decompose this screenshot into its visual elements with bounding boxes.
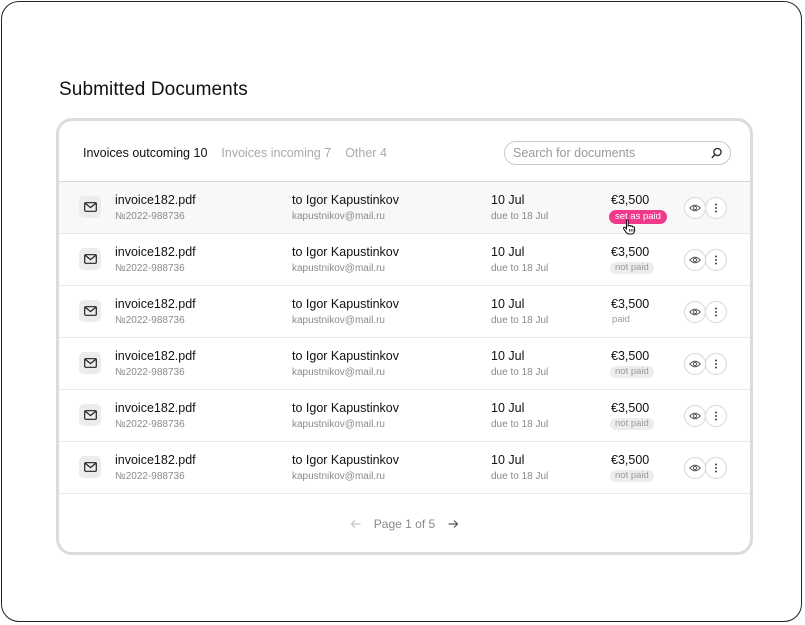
view-button[interactable] bbox=[684, 405, 706, 427]
recipient-email: kapustnikov@mail.ru bbox=[292, 367, 385, 378]
arrow-right-icon[interactable] bbox=[445, 518, 461, 530]
recipient-name: to Igor Kapustinkov bbox=[292, 453, 400, 467]
set-as-paid-button[interactable]: set as paid bbox=[609, 210, 667, 224]
envelope-icon bbox=[79, 300, 101, 322]
envelope-icon bbox=[79, 404, 101, 426]
file-name[interactable]: invoice182.pdf bbox=[115, 453, 196, 467]
document-number: №2022-988736 bbox=[115, 419, 185, 430]
table-row[interactable]: invoice182.pdf №2022-988736 to Igor Kapust… bbox=[59, 338, 750, 390]
more-options-button[interactable] bbox=[705, 301, 727, 323]
tab-other[interactable]: Other 4 bbox=[345, 146, 387, 160]
page-title: Submitted Documents bbox=[59, 79, 248, 100]
search-icon[interactable] bbox=[710, 146, 724, 160]
more-vertical-icon bbox=[714, 411, 718, 421]
more-vertical-icon bbox=[714, 203, 718, 213]
documents-card: Invoices outcoming 10 Invoices incoming … bbox=[56, 118, 753, 555]
due-date: due to 18 Jul bbox=[491, 263, 549, 274]
table-row[interactable]: invoice182.pdf №2022-988736 to Igor Kapust… bbox=[59, 182, 750, 235]
envelope-icon bbox=[79, 248, 101, 270]
eye-icon bbox=[689, 204, 701, 212]
amount: €3,500 bbox=[611, 401, 650, 415]
due-date: due to 18 Jul bbox=[491, 419, 549, 430]
recipient-name: to Igor Kapustinkov bbox=[292, 245, 400, 259]
more-vertical-icon bbox=[714, 359, 718, 369]
more-options-button[interactable] bbox=[705, 197, 727, 219]
issue-date: 10 Jul bbox=[491, 453, 525, 467]
issue-date: 10 Jul bbox=[491, 401, 525, 415]
view-button[interactable] bbox=[684, 301, 706, 323]
search-input[interactable] bbox=[513, 146, 710, 160]
document-number: №2022-988736 bbox=[115, 315, 185, 326]
file-name[interactable]: invoice182.pdf bbox=[115, 245, 196, 259]
envelope-icon bbox=[79, 352, 101, 374]
document-number: №2022-988736 bbox=[115, 367, 185, 378]
due-date: due to 18 Jul bbox=[491, 367, 549, 378]
document-number: №2022-988736 bbox=[115, 211, 185, 222]
search-box bbox=[504, 141, 731, 165]
recipient-email: kapustnikov@mail.ru bbox=[292, 419, 385, 430]
amount: €3,500 bbox=[611, 297, 650, 311]
amount: €3,500 bbox=[611, 193, 650, 207]
recipient-email: kapustnikov@mail.ru bbox=[292, 211, 385, 222]
eye-icon bbox=[689, 256, 701, 264]
amount: €3,500 bbox=[611, 453, 650, 467]
status-badge: paid bbox=[612, 314, 630, 325]
eye-icon bbox=[689, 464, 701, 472]
more-options-button[interactable] bbox=[705, 457, 727, 479]
file-name[interactable]: invoice182.pdf bbox=[115, 349, 196, 363]
envelope-icon bbox=[79, 456, 101, 478]
document-tabs: Invoices outcoming 10 Invoices incoming … bbox=[83, 146, 401, 160]
table-row[interactable]: invoice182.pdf №2022-988736 to Igor Kapust… bbox=[59, 234, 750, 286]
recipient-name: to Igor Kapustinkov bbox=[292, 401, 400, 415]
more-options-button[interactable] bbox=[705, 249, 727, 271]
page-indicator: Page 1 of 5 bbox=[373, 517, 436, 531]
file-name[interactable]: invoice182.pdf bbox=[115, 193, 196, 207]
recipient-email: kapustnikov@mail.ru bbox=[292, 263, 385, 274]
amount: €3,500 bbox=[611, 245, 650, 259]
file-name[interactable]: invoice182.pdf bbox=[115, 401, 196, 415]
issue-date: 10 Jul bbox=[491, 245, 525, 259]
amount: €3,500 bbox=[611, 349, 650, 363]
more-options-button[interactable] bbox=[705, 405, 727, 427]
view-button[interactable] bbox=[684, 353, 706, 375]
status-badge: not paid bbox=[610, 366, 654, 378]
document-number: №2022-988736 bbox=[115, 471, 185, 482]
recipient-name: to Igor Kapustinkov bbox=[292, 297, 400, 311]
status-badge: not paid bbox=[610, 470, 654, 482]
status-badge: not paid bbox=[610, 418, 654, 430]
pagination: Page 1 of 5 bbox=[59, 517, 750, 531]
recipient-email: kapustnikov@mail.ru bbox=[292, 315, 385, 326]
document-number: №2022-988736 bbox=[115, 263, 185, 274]
view-button[interactable] bbox=[684, 197, 706, 219]
due-date: due to 18 Jul bbox=[491, 315, 549, 326]
eye-icon bbox=[689, 360, 701, 368]
table-row[interactable]: invoice182.pdf №2022-988736 to Igor Kapust… bbox=[59, 286, 750, 338]
more-vertical-icon bbox=[714, 307, 718, 317]
documents-list: invoice182.pdf №2022-988736 to Igor Kapust… bbox=[59, 182, 750, 494]
tab-invoices-outcoming[interactable]: Invoices outcoming 10 bbox=[83, 146, 207, 160]
more-vertical-icon bbox=[714, 463, 718, 473]
status-badge: not paid bbox=[610, 262, 654, 274]
file-name[interactable]: invoice182.pdf bbox=[115, 297, 196, 311]
more-options-button[interactable] bbox=[705, 353, 727, 375]
more-vertical-icon bbox=[714, 255, 718, 265]
issue-date: 10 Jul bbox=[491, 349, 525, 363]
eye-icon bbox=[689, 412, 701, 420]
table-row[interactable]: invoice182.pdf №2022-988736 to Igor Kapust… bbox=[59, 390, 750, 442]
view-button[interactable] bbox=[684, 249, 706, 271]
window-frame: Submitted Documents Invoices outcoming 1… bbox=[1, 1, 802, 622]
recipient-name: to Igor Kapustinkov bbox=[292, 193, 400, 207]
due-date: due to 18 Jul bbox=[491, 471, 549, 482]
issue-date: 10 Jul bbox=[491, 193, 525, 207]
eye-icon bbox=[689, 308, 701, 316]
issue-date: 10 Jul bbox=[491, 297, 525, 311]
arrow-left-icon[interactable] bbox=[348, 518, 364, 530]
table-row[interactable]: invoice182.pdf №2022-988736 to Igor Kapust… bbox=[59, 442, 750, 494]
recipient-name: to Igor Kapustinkov bbox=[292, 349, 400, 363]
envelope-icon bbox=[79, 196, 101, 218]
tab-invoices-incoming[interactable]: Invoices incoming 7 bbox=[221, 146, 331, 160]
view-button[interactable] bbox=[684, 457, 706, 479]
due-date: due to 18 Jul bbox=[491, 211, 549, 222]
recipient-email: kapustnikov@mail.ru bbox=[292, 471, 385, 482]
